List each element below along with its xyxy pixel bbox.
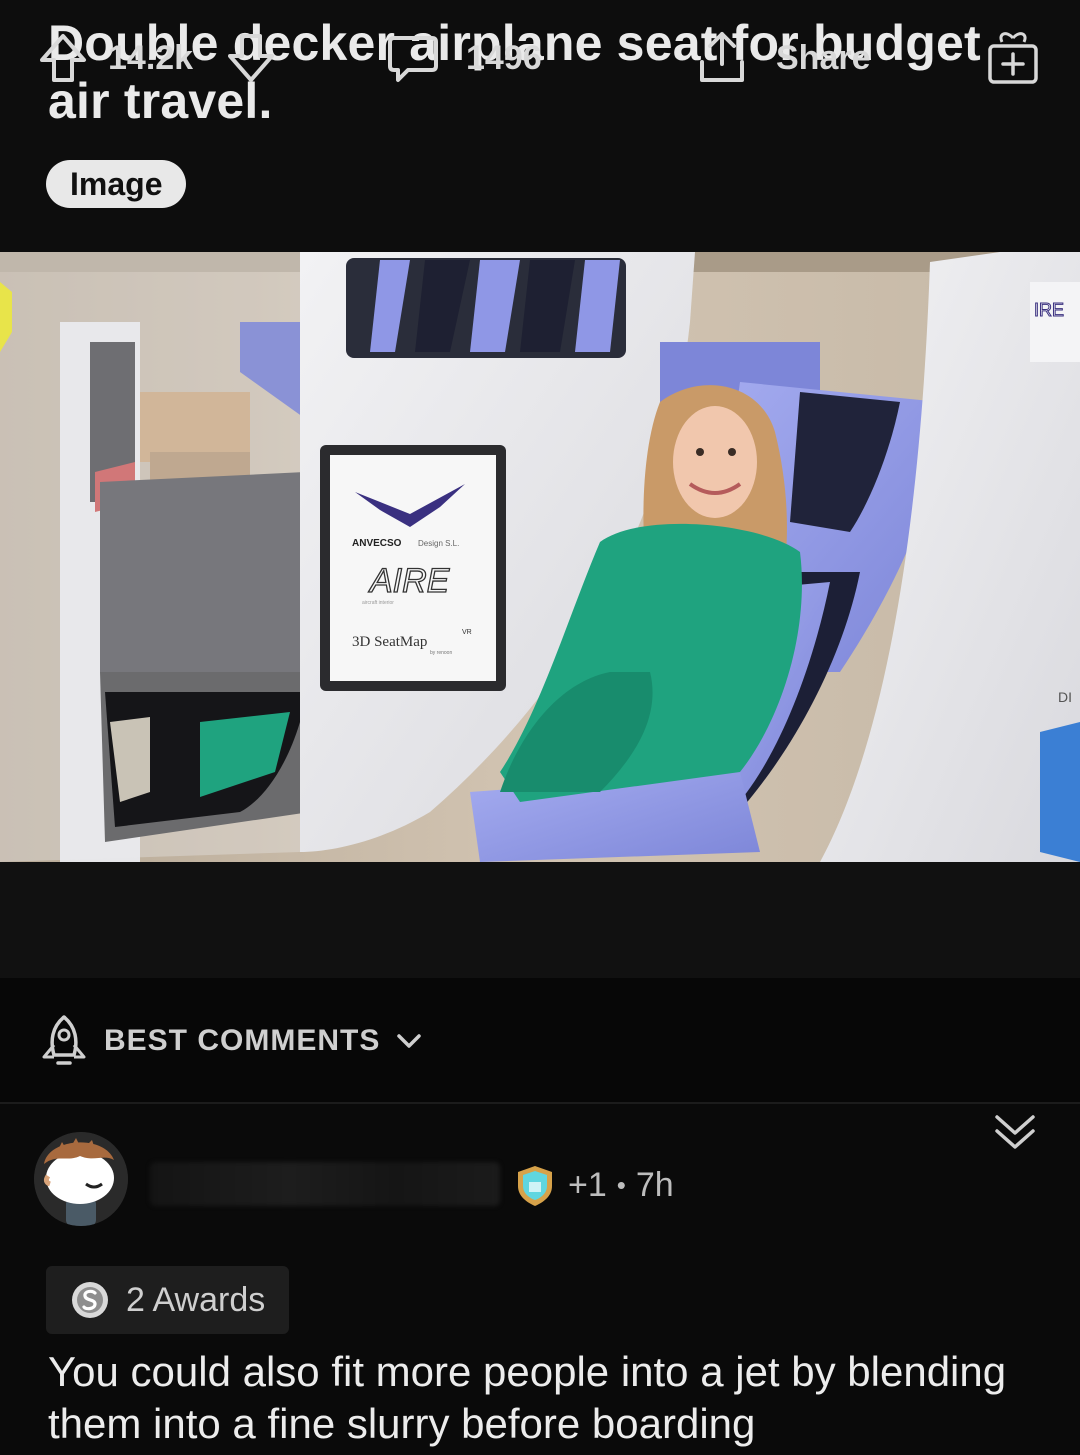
- award-button[interactable]: [984, 0, 1042, 116]
- edge-text-mid: DI: [1058, 689, 1072, 705]
- upvote-button[interactable]: [36, 0, 90, 116]
- comment-sort-button[interactable]: BEST COMMENTS: [36, 1013, 424, 1069]
- comment-body: You could also fit more people into a je…: [48, 1348, 1007, 1447]
- comments-button[interactable]: [384, 0, 442, 116]
- action-bar: [0, 862, 1080, 978]
- chevron-down-icon: [397, 1034, 422, 1048]
- edge-text-top: IRE: [1034, 300, 1064, 320]
- collapse-comment-button[interactable]: [980, 1096, 1050, 1166]
- post-image-illustration: ANVECSO Design S.L. AIRE aircraft interi…: [0, 252, 1080, 862]
- arrow-up-icon: [40, 34, 86, 82]
- post-title[interactable]: Double decker airplane seat for budget a…: [48, 14, 1048, 130]
- downvote-button[interactable]: [224, 0, 278, 116]
- sign-seatmap-by: by renoon: [430, 650, 452, 656]
- double-chevron-down-icon: [995, 1115, 1035, 1149]
- comment-meta: +1 • 7h: [512, 1158, 674, 1212]
- silver-coin-icon: [72, 1282, 108, 1318]
- comment-avatar[interactable]: [34, 1132, 128, 1226]
- redacted-username: [150, 1162, 500, 1206]
- awards-label: 2 Awards: [126, 1280, 266, 1319]
- share-button[interactable]: [692, 0, 752, 116]
- snoo-avatar-icon: [34, 1132, 128, 1226]
- sort-label: BEST COMMENTS: [104, 1024, 381, 1057]
- arrow-down-icon: [228, 34, 274, 82]
- sign-product: AIRE: [368, 562, 450, 600]
- rocket-icon: [42, 1015, 86, 1065]
- comment-bubble-icon: [388, 36, 438, 82]
- shield-badge-icon: [518, 1166, 552, 1206]
- share-icon: [700, 32, 744, 82]
- gift-icon: [988, 32, 1038, 84]
- post-flair[interactable]: Image: [46, 160, 187, 208]
- comment-count: 1496: [466, 38, 542, 77]
- sign-seatmap-sup: VR: [462, 629, 472, 636]
- share-label[interactable]: Share: [776, 0, 871, 116]
- comment-score-change: +1: [568, 1165, 607, 1204]
- sign-brand-suffix: Design S.L.: [418, 539, 459, 548]
- post-image[interactable]: ANVECSO Design S.L. AIRE aircraft interi…: [0, 252, 1080, 862]
- comment-age: 7h: [635, 1165, 674, 1204]
- sign-product-subtitle: aircraft interior: [362, 600, 394, 606]
- awards-chip[interactable]: 2 Awards: [46, 1266, 290, 1334]
- score: 14.2k: [108, 38, 194, 77]
- sign-seatmap: 3D SeatMap: [352, 634, 427, 650]
- sign-brand: ANVECSO: [352, 538, 402, 549]
- meta-separator: •: [616, 1169, 626, 1200]
